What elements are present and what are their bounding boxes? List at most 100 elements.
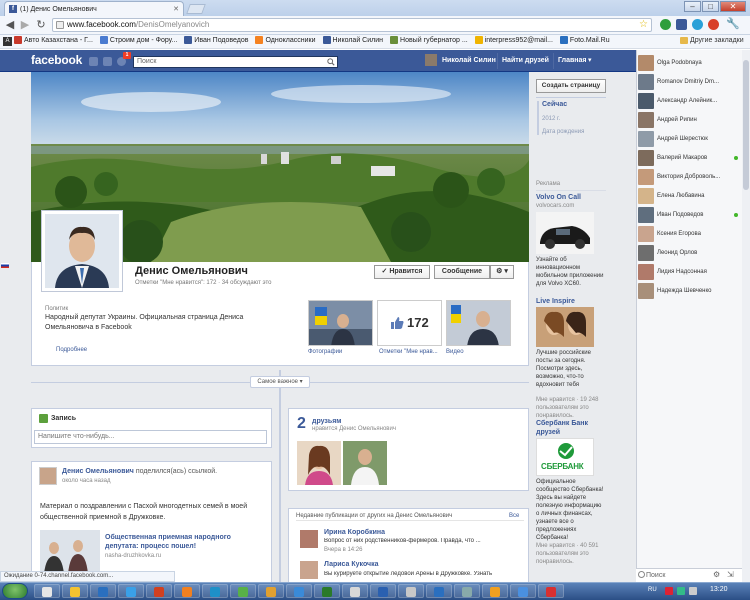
chat-contact[interactable]: Иван Подоведов [638,206,738,224]
video-thumbnail[interactable] [446,300,511,346]
forward-arrow-icon[interactable]: ▶ [18,18,32,32]
taskbar-app-button[interactable] [174,584,200,598]
chat-contact[interactable]: Андрей Шерестюк [638,130,738,148]
bookmark-item[interactable]: interpress952@mail... [474,36,553,44]
chat-contact[interactable]: Лидия Надсонная [638,263,738,281]
tray-volume-icon[interactable] [689,587,697,595]
profile-link[interactable]: Николай Силин [438,53,500,69]
tray-icon[interactable] [665,587,673,595]
facebook-extension-icon[interactable] [676,19,687,30]
post-link-title[interactable]: Общественная приемная народного депутата… [105,533,265,551]
search-icon[interactable] [327,58,335,66]
chat-contact[interactable]: Виктория Доброволь... [638,168,738,186]
ad-title-volvo[interactable]: Volvo On Call [536,194,581,201]
taskbar-app-button[interactable] [286,584,312,598]
ad-title-live-inspire[interactable]: Live Inspire [536,298,575,305]
recent-author-avatar[interactable] [300,530,318,548]
chat-contact[interactable]: Ксения Егорова [638,225,738,243]
timeline-nav-now[interactable]: Сейчас [542,101,567,108]
taskbar-app-button[interactable] [454,584,480,598]
taskbar-app-button[interactable] [202,584,228,598]
scrollbar-thumb[interactable] [743,60,749,190]
timeline-sort-select[interactable]: Самое важное ▾ [250,376,310,388]
timeline-nav-2012[interactable]: 2012 г. [542,116,560,122]
mail-extension-icon[interactable] [708,19,719,30]
skype-extension-icon[interactable] [692,19,703,30]
taskbar-app-button[interactable] [370,584,396,598]
post-time[interactable]: около часа назад [62,478,110,484]
recent-post-time[interactable]: Вчера в 14:26 [324,547,362,553]
language-indicator[interactable]: RU [648,587,657,593]
find-friends-link[interactable]: Найти друзей [497,53,553,69]
recent-author-name[interactable]: Лариса Кукочка [324,561,379,568]
taskbar-app-button[interactable] [146,584,172,598]
back-arrow-icon[interactable]: ◀ [3,18,17,32]
taskbar-app-button[interactable] [510,584,536,598]
video-label[interactable]: Видео [446,349,464,355]
taskbar-app-button[interactable] [538,584,564,598]
ad-likes-sberbank[interactable]: Мне нравится · 40 591 пользователям это … [536,542,604,566]
extension-icon[interactable] [660,19,671,30]
bookmark-item[interactable]: Новый губернатор ... [390,36,468,44]
message-button[interactable]: Сообщение [434,265,490,279]
chat-contact[interactable]: Надежда Шевченко [638,282,738,300]
likes-thumbnail[interactable]: 172 [377,300,442,346]
taskbar-app-button[interactable] [482,584,508,598]
ad-likes-live-inspire[interactable]: Мне нравится · 19 248 пользователям это … [536,396,604,420]
start-button[interactable] [2,583,28,599]
bookmark-item[interactable]: Авто Казахстана - Г... [14,36,93,44]
settings-gear-button[interactable]: ⚙ ▾ [490,265,514,279]
wrench-menu-icon[interactable]: 🔧 [726,17,740,30]
recent-author-avatar[interactable] [300,561,318,579]
reload-icon[interactable]: ↻ [34,18,48,32]
bookmark-star-icon[interactable]: ☆ [639,19,648,31]
likes-label[interactable]: Отметки "Мне нрав... [379,349,438,355]
post-link-image[interactable] [40,530,100,574]
ad-image-volvo[interactable] [536,212,594,254]
chat-contact[interactable]: Александр Алейник... [638,92,738,110]
other-bookmarks[interactable]: Другие закладки [680,37,744,44]
tray-network-icon[interactable] [677,587,685,595]
friend-photo-2[interactable] [343,441,387,485]
friends-label[interactable]: друзьям [312,418,341,425]
taskbar-app-button[interactable] [34,584,60,598]
taskbar-app-button[interactable] [342,584,368,598]
taskbar-app-button[interactable] [90,584,116,598]
maximize-button[interactable]: □ [702,1,719,12]
bookmark-item[interactable]: Foto.Mail.Ru [559,36,610,44]
minimize-button[interactable]: – [684,1,701,12]
taskbar-app-button[interactable] [230,584,256,598]
profile-picture[interactable] [41,210,123,292]
post-author-avatar[interactable] [39,467,57,485]
bookmark-item[interactable]: Иван Подоведов [184,36,248,44]
home-link[interactable]: Главная [553,53,590,69]
post-author-name[interactable]: Денис Омельянович [62,468,134,475]
chat-contact[interactable]: Валерий Макаров [638,149,738,167]
composer-input[interactable]: Напишите что-нибудь... [34,430,267,444]
chat-contact[interactable]: Леонид Орлов [638,244,738,262]
more-about-link[interactable]: Подробнее [56,347,87,353]
tab-close-icon[interactable]: ✕ [173,5,179,13]
create-page-button[interactable]: Создать страницу [536,79,606,93]
address-bar[interactable]: www.facebook.com/DenisOmelyanovich ☆ [52,18,652,32]
facebook-logo[interactable]: facebook [31,53,82,67]
taskbar-app-button[interactable] [426,584,452,598]
taskbar-app-button[interactable] [258,584,284,598]
taskbar-app-button[interactable] [398,584,424,598]
ad-image-live-inspire[interactable] [536,307,594,347]
messages-icon[interactable] [103,57,112,66]
chat-popout-icon[interactable]: ⇲ [727,570,734,579]
photos-thumbnail[interactable] [308,300,373,346]
timeline-nav-birthdate[interactable]: Дата рождения [542,129,584,135]
chat-contact[interactable]: Olga Podobnaya [638,54,738,72]
browser-tab[interactable]: f (1) Денис Омельянович ✕ [4,1,184,16]
friend-photo-1[interactable] [297,441,341,485]
facebook-search-input[interactable]: Поиск [133,56,338,68]
recent-posts-see-all[interactable]: Все [509,513,519,519]
taskbar-app-button[interactable] [62,584,88,598]
chat-settings-gear-icon[interactable]: ⚙ [713,570,720,579]
user-avatar[interactable] [425,54,437,66]
like-button[interactable]: ✓ Нравится [374,265,430,279]
bookmark-item[interactable]: Строим дом - Фору... [99,36,177,44]
composer-tab-post[interactable]: Запись [51,415,76,422]
